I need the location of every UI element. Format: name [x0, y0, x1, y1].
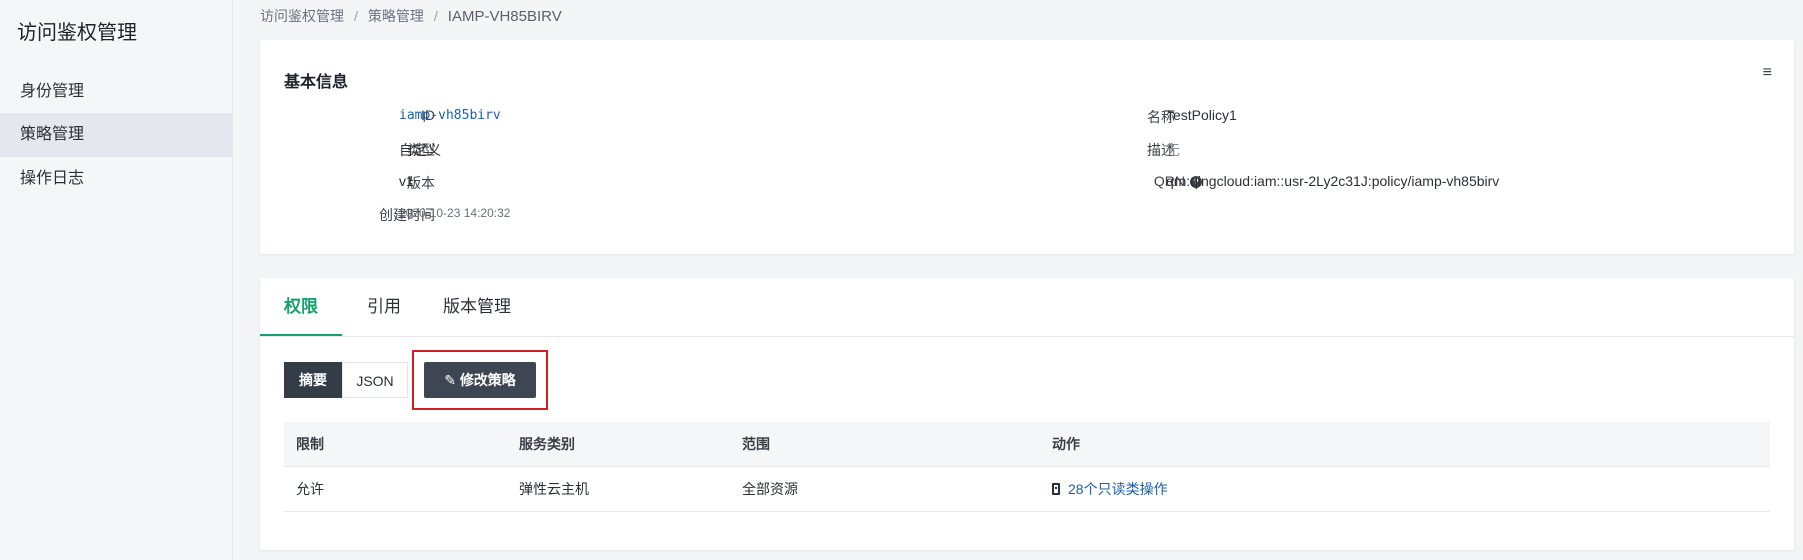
- edit-policy-button[interactable]: ✎ 修改策略: [424, 362, 536, 398]
- summary-toggle[interactable]: 摘要: [284, 362, 342, 398]
- breadcrumb-item-current: IAMP-VH85BIRV: [447, 8, 562, 25]
- breadcrumb: 访问鉴权管理 / 策略管理 / IAMP-VH85BIRV: [260, 6, 562, 26]
- sidebar-item-operation-log[interactable]: 操作日志: [0, 157, 232, 201]
- name-label: 名称: [1147, 109, 1175, 125]
- qrn-value: qrn:qingcloud:iam::usr-2Ly2c31J:policy/i…: [1166, 173, 1500, 189]
- basic-info-title: 基本信息: [284, 74, 349, 91]
- id-value: iamp-vh85birv: [399, 108, 501, 123]
- header-service: 服务类别: [519, 436, 575, 452]
- app-title: 访问鉴权管理: [17, 22, 137, 44]
- table-header: 限制 服务类别 范围 动作: [284, 422, 1770, 467]
- sidebar-item-policy[interactable]: 策略管理: [0, 113, 232, 157]
- header-action: 动作: [1052, 436, 1080, 452]
- sidebar-item-identity[interactable]: 身份管理: [0, 70, 232, 114]
- desc-label: 描述: [1147, 142, 1175, 158]
- action-link-label: 28个只读类操作: [1068, 481, 1168, 497]
- cell-scope: 全部资源: [742, 481, 798, 497]
- menu-icon[interactable]: ≡: [1763, 64, 1772, 82]
- cell-action-link[interactable]: 28个只读类操作: [1052, 467, 1168, 511]
- document-icon: [1052, 483, 1060, 495]
- pencil-icon: ✎: [444, 372, 456, 388]
- basic-info-card: 基本信息 ≡ ID iamp-vh85birv 类型 自定义 版本 v1 创建时…: [260, 40, 1794, 254]
- sidebar: 访问鉴权管理 身份管理 策略管理 操作日志: [0, 0, 233, 560]
- breadcrumb-item-policy[interactable]: 策略管理: [368, 6, 424, 26]
- cell-service: 弹性云主机: [519, 481, 589, 497]
- edit-policy-label: 修改策略: [459, 372, 516, 388]
- breadcrumb-separator: /: [354, 8, 358, 24]
- created-value: 2020-10-23 14:20:32: [399, 206, 511, 220]
- cell-effect: 允许: [296, 481, 324, 497]
- policy-detail-card: 权限 引用 版本管理 摘要 JSON ✎ 修改策略 限制 服务类别 范围 动作 …: [260, 278, 1794, 550]
- version-value: v1: [399, 173, 414, 189]
- breadcrumb-separator: /: [433, 8, 438, 24]
- json-toggle[interactable]: JSON: [342, 362, 408, 398]
- type-value: 自定义: [399, 142, 441, 158]
- tab-permissions[interactable]: 权限: [260, 278, 342, 336]
- table-row: 允许 弹性云主机 全部资源 28个只读类操作: [284, 467, 1770, 512]
- tab-references[interactable]: 引用: [342, 278, 426, 336]
- version-label: 版本: [407, 175, 435, 191]
- breadcrumb-item-root[interactable]: 访问鉴权管理: [260, 6, 344, 26]
- tab-version-management[interactable]: 版本管理: [426, 278, 528, 336]
- header-scope: 范围: [742, 436, 770, 452]
- desc-value: 无: [1166, 142, 1180, 158]
- name-value: TestPolicy1: [1166, 107, 1237, 123]
- tab-bar: 权限 引用 版本管理: [260, 278, 1794, 337]
- header-effect: 限制: [296, 436, 324, 452]
